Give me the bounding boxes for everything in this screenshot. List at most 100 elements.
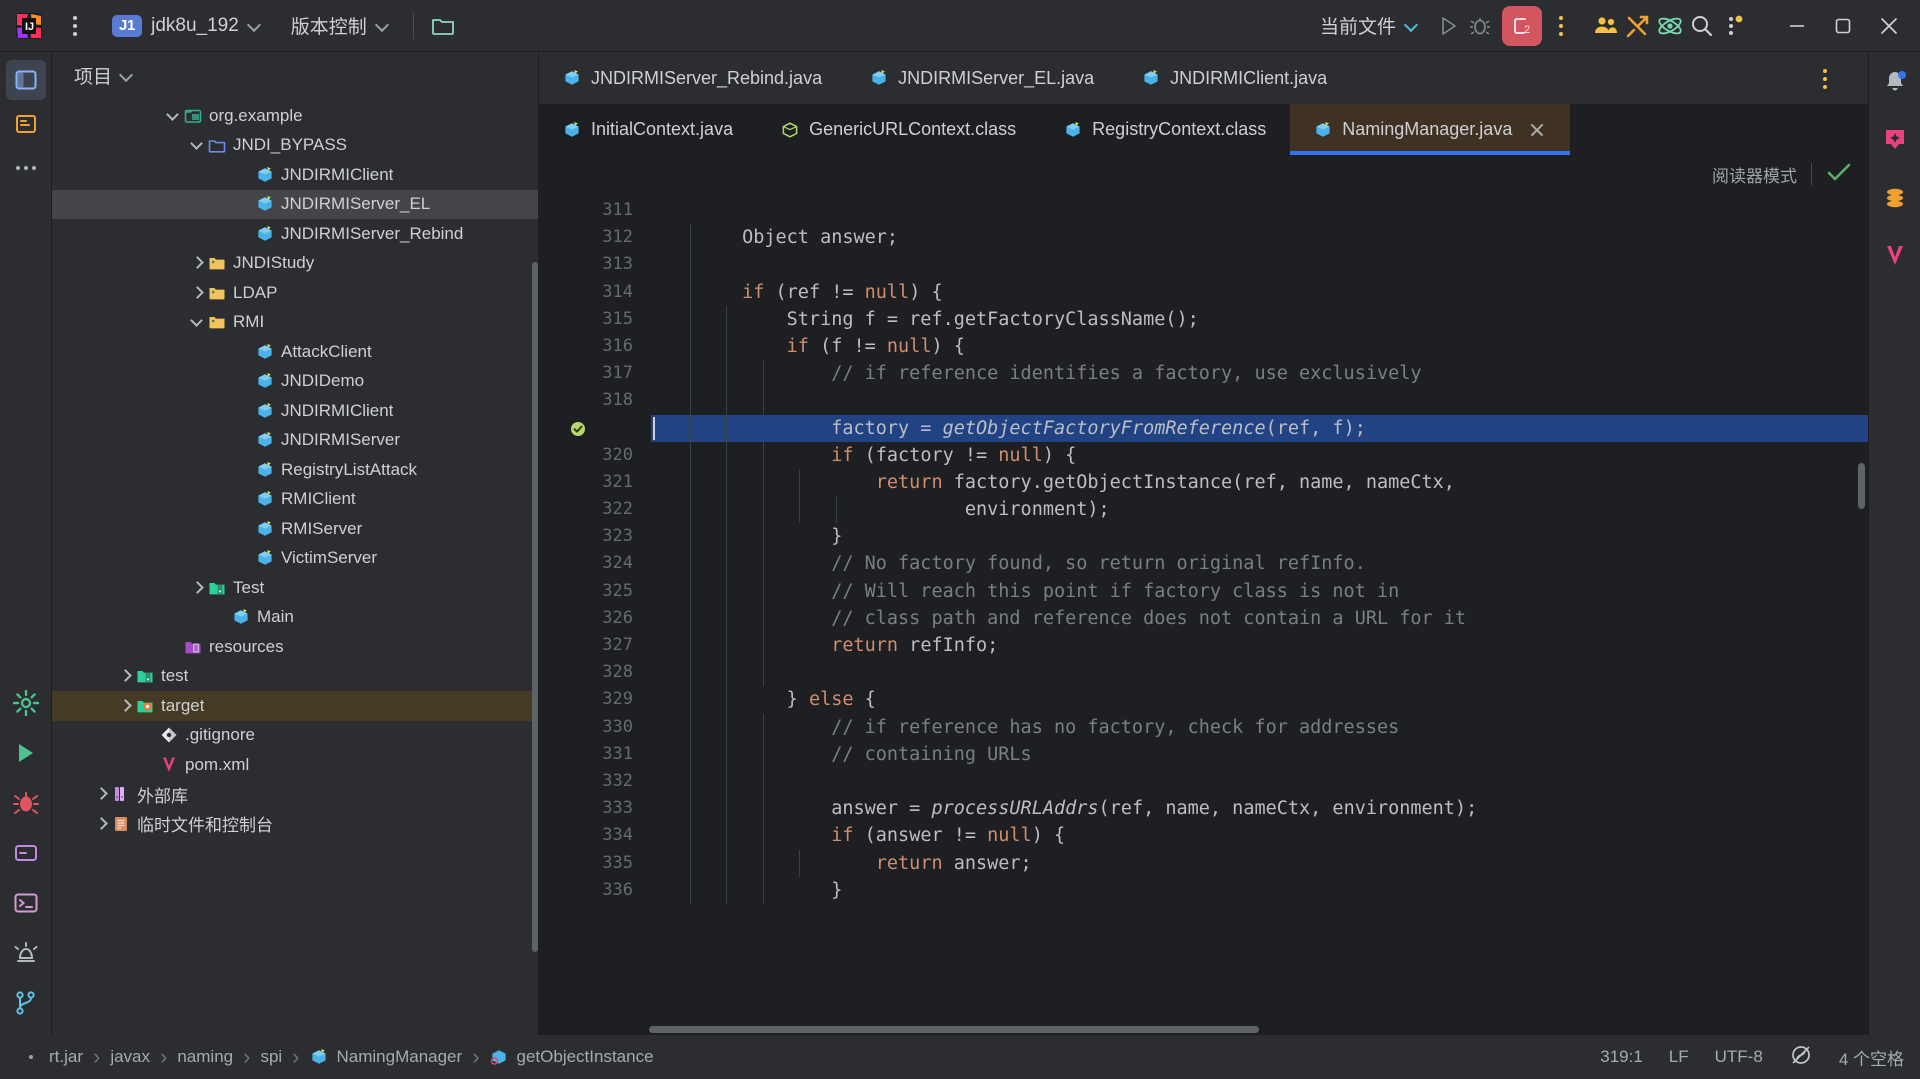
gutter-line-number[interactable]: 312 (539, 224, 651, 251)
editor-tab-jndirmiclient-java[interactable]: JNDIRMIClient.java (1118, 52, 1351, 104)
chevron-right-icon[interactable] (114, 700, 136, 712)
gutter-line-number[interactable]: 315 (539, 306, 651, 333)
code-line[interactable] (651, 197, 1868, 224)
debug-tool-window-icon[interactable] (6, 783, 46, 823)
editor-code-text[interactable]: Object answer; if (ref != null) { String… (651, 193, 1868, 1035)
debug-button[interactable] (1464, 10, 1496, 42)
chevron-right-icon[interactable] (90, 788, 112, 800)
problems-tool-window-icon[interactable] (6, 933, 46, 973)
gutter-line-number[interactable]: 336 (539, 877, 651, 904)
tree-item-rmi[interactable]: RMI (52, 308, 538, 338)
line-separator-widget[interactable]: LF (1669, 1047, 1689, 1067)
tree-item-main[interactable]: Main (52, 603, 538, 633)
editor-tabs-options-button[interactable] (1812, 64, 1838, 94)
project-panel-header[interactable]: 项目 (52, 52, 538, 99)
search-icon[interactable] (1686, 10, 1718, 42)
code-line[interactable]: } (651, 877, 1868, 904)
code-line[interactable]: } (651, 523, 1868, 550)
code-line[interactable]: } else { (651, 686, 1868, 713)
gutter-line-number[interactable]: 322 (539, 496, 651, 523)
gutter-line-number[interactable]: 324 (539, 550, 651, 577)
tree-item-jndirmiclient[interactable]: JNDIRMIClient (52, 396, 538, 426)
editor-tab-registrycontext-class[interactable]: RegistryContext.class (1040, 104, 1290, 155)
reader-mode-label[interactable]: 阅读器模式 (1712, 162, 1797, 187)
editor-tab-jndirmiserver-el-java[interactable]: JNDIRMIServer_EL.java (846, 52, 1118, 104)
gutter-line-number[interactable]: 325 (539, 578, 651, 605)
gutter-line-number[interactable]: 321 (539, 469, 651, 496)
gutter-line-number[interactable]: 334 (539, 822, 651, 849)
chevron-down-icon[interactable] (162, 110, 184, 122)
breadcrumb-item[interactable]: NamingManager (306, 1047, 467, 1067)
maven-panel-icon[interactable] (1875, 236, 1915, 276)
gutter-line-number[interactable]: 313 (539, 251, 651, 278)
breadcrumb-item[interactable]: getObjectInstance (486, 1047, 658, 1067)
editor-tab-jndirmiserver-rebind-java[interactable]: JNDIRMIServer_Rebind.java (539, 52, 846, 104)
settings-gear-icon[interactable] (6, 683, 46, 723)
gutter-line-number[interactable]: 328 (539, 659, 651, 686)
tree-item-resources[interactable]: resources (52, 632, 538, 662)
chevron-right-icon[interactable] (90, 818, 112, 830)
settings-tools-icon[interactable] (1622, 10, 1654, 42)
gutter-line-number[interactable]: 316 (539, 333, 651, 360)
code-line[interactable] (651, 251, 1868, 278)
version-control-widget[interactable]: 版本控制 (283, 9, 397, 42)
gutter-line-number[interactable]: 323 (539, 523, 651, 550)
chevron-right-icon[interactable] (114, 670, 136, 682)
notifications-bell-icon[interactable] (1875, 62, 1915, 102)
run-button[interactable] (1432, 10, 1464, 42)
encoding-widget[interactable]: UTF-8 (1715, 1047, 1763, 1067)
project-tree-scrollbar[interactable] (532, 262, 538, 952)
maximize-window-button[interactable] (1820, 0, 1866, 52)
coverage-run-button[interactable]: 2 (1502, 6, 1542, 46)
code-line[interactable]: environment); (651, 496, 1868, 523)
tree-item-jndistudy[interactable]: JNDIStudy (52, 249, 538, 279)
gutter-line-number[interactable]: 330 (539, 714, 651, 741)
tree-item-jndirmiserver-rebind[interactable]: JNDIRMIServer_Rebind (52, 219, 538, 249)
gutter-line-number[interactable]: 335 (539, 850, 651, 877)
editor-vertical-scrollbar[interactable] (1858, 463, 1865, 509)
code-line[interactable]: // if reference identifies a factory, us… (651, 360, 1868, 387)
tree-item-jndirmiserver-el[interactable]: JNDIRMIServer_EL (52, 190, 538, 220)
tree-item-jndidemo[interactable]: JNDIDemo (52, 367, 538, 397)
gutter-line-number[interactable]: 320 (539, 442, 651, 469)
code-line[interactable]: // No factory found, so return original … (651, 550, 1868, 577)
breadcrumb-item[interactable]: spi (256, 1047, 286, 1067)
project-jdk-selector[interactable]: J1 jdk8u_192 (104, 12, 269, 40)
gutter-line-number[interactable] (539, 415, 651, 442)
code-line[interactable]: return answer; (651, 850, 1868, 877)
write-protected-icon[interactable] (1789, 1043, 1813, 1072)
gutter-line-number[interactable]: 317 (539, 360, 651, 387)
more-actions-button[interactable] (1548, 11, 1574, 41)
gutter-line-number[interactable]: 331 (539, 741, 651, 768)
inspections-ok-icon[interactable] (1826, 161, 1852, 188)
editor-horizontal-scrollbar[interactable] (649, 1026, 1259, 1033)
caret-position-widget[interactable]: 319:1 (1600, 1047, 1643, 1067)
code-line[interactable]: // class path and reference does not con… (651, 605, 1868, 632)
breadcrumb-item[interactable]: naming (173, 1047, 237, 1067)
ai-assistant-panel-icon[interactable] (1875, 120, 1915, 160)
run-tool-window-icon[interactable] (6, 733, 46, 773)
git-branch-icon[interactable] (6, 983, 46, 1023)
tree-item-target[interactable]: target (52, 691, 538, 721)
editor-gutter[interactable]: 3113123133143153163173183203213223233243… (539, 193, 651, 1035)
gutter-line-number[interactable]: 332 (539, 768, 651, 795)
code-line[interactable]: String f = ref.getFactoryClassName(); (651, 306, 1868, 333)
gutter-line-number[interactable]: 329 (539, 686, 651, 713)
tree-item-org-example[interactable]: org.example (52, 101, 538, 131)
run-configuration-selector[interactable]: 当前文件 (1320, 12, 1418, 39)
breadcrumb-item[interactable]: rt.jar (18, 1047, 87, 1067)
terminal-tool-window-icon[interactable] (6, 883, 46, 923)
updates-button[interactable] (1718, 10, 1750, 42)
sidebar-item-commit[interactable] (6, 104, 46, 144)
tree-item-jndirmiserver[interactable]: JNDIRMIServer (52, 426, 538, 456)
code-line[interactable]: factory = getObjectFactoryFromReference(… (651, 415, 1868, 442)
code-line[interactable]: return refInfo; (651, 632, 1868, 659)
gutter-line-number[interactable]: 333 (539, 795, 651, 822)
code-line[interactable]: if (f != null) { (651, 333, 1868, 360)
tree-item-jndirmiclient[interactable]: JNDIRMIClient (52, 160, 538, 190)
code-line[interactable]: // if reference has no factory, check fo… (651, 714, 1868, 741)
services-tool-window-icon[interactable] (6, 833, 46, 873)
tree-item-rmiclient[interactable]: RMIClient (52, 485, 538, 515)
ai-assistant-icon[interactable] (1654, 10, 1686, 42)
open-folder-icon[interactable] (430, 13, 456, 39)
